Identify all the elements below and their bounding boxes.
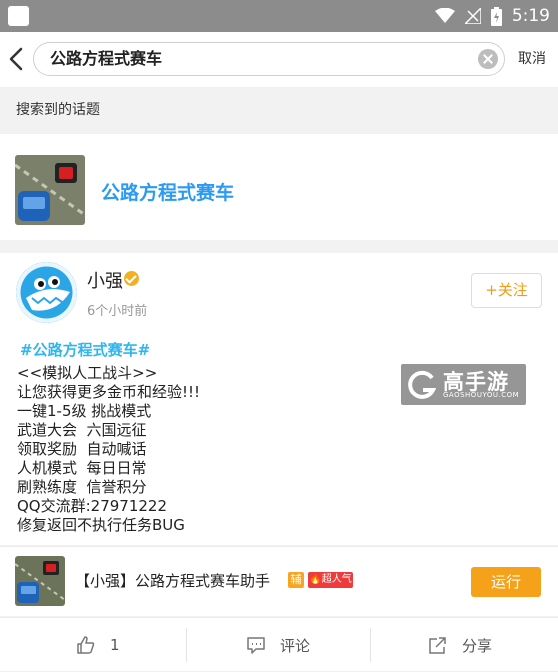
follow-button[interactable]: +关注 [471,273,542,308]
status-time: 5:19 [511,6,550,26]
hashtag-link[interactable]: #公路方程式赛车# [20,339,150,360]
post-line: 领取奖励 自动喊话 [17,440,147,458]
popular-badge: 🔥超人气 [308,572,353,588]
section-header: 搜索到的话题 [0,87,558,133]
comment-button[interactable]: 评论 [246,618,310,672]
status-bar: 5:19 [0,0,558,32]
post-body: <<模拟人工战斗>> 让您获得更多金币和经验!!! 一键1-5级 挑战模式 武道… [17,364,200,535]
gaoshouyou-logo-icon [408,370,437,399]
section-title: 搜索到的话题 [16,102,100,118]
game-thumbnail [15,155,85,225]
notification-icon [8,6,29,26]
post-line: 修复返回不执行任务BUG [17,516,185,534]
comment-icon [247,636,265,654]
share-button[interactable]: 分享 [428,618,492,672]
battery-icon [490,6,502,26]
run-button[interactable]: 运行 [471,567,541,597]
action-bar: 1 评论 分享 [0,617,558,671]
author-name[interactable]: 小强 [87,267,123,293]
post-line: 武道大会 六国远征 [17,421,147,439]
watermark-logo: 高手游 GAOSHOUYOU.COM [401,364,526,405]
popular-badge-label: 超人气 [321,574,352,585]
avatar[interactable] [16,262,77,323]
verified-icon [124,271,139,286]
post-line: 刷熟练度 信誉积分 [17,478,147,496]
search-bar: 公路方程式赛车 取消 [0,32,558,87]
post-line: 一键1-5级 挑战模式 [17,402,152,420]
like-count: 1 [110,636,120,654]
clear-icon[interactable] [478,49,498,69]
post-line: 让您获得更多金币和经验!!! [17,383,201,401]
back-arrow-icon[interactable] [5,46,29,72]
thumbs-up-icon [77,636,95,654]
app-row[interactable]: 【小强】公路方程式赛车助手 辅 🔥超人气 运行 [0,546,558,616]
search-input[interactable]: 公路方程式赛车 [50,43,162,75]
topic-title[interactable]: 公路方程式赛车 [101,134,234,240]
app-thumbnail [15,556,65,606]
post-line: QQ交流群:27971222 [17,497,168,515]
assist-badge: 辅 [288,572,304,588]
signal-icon [464,8,481,24]
divider [186,628,187,662]
divider [370,628,371,662]
post-card: 小强 6个小时前 +关注 #公路方程式赛车# <<模拟人工战斗>> 让您获得更多… [0,253,558,545]
post-line: <<模拟人工战斗>> [17,364,158,382]
post-line: 人机模式 每日日常 [17,459,147,477]
topic-result[interactable]: 公路方程式赛车 [0,134,558,240]
search-field[interactable]: 公路方程式赛车 [33,42,505,76]
post-time: 6个小时前 [87,304,148,319]
comment-label: 评论 [280,636,311,655]
app-name[interactable]: 【小强】公路方程式赛车助手 [75,547,270,615]
watermark-subtext: GAOSHOUYOU.COM [443,391,520,399]
share-icon [429,636,446,654]
share-label: 分享 [462,636,493,655]
cancel-button[interactable]: 取消 [518,32,546,87]
wifi-icon [434,8,455,23]
like-button[interactable]: 1 [76,618,120,672]
